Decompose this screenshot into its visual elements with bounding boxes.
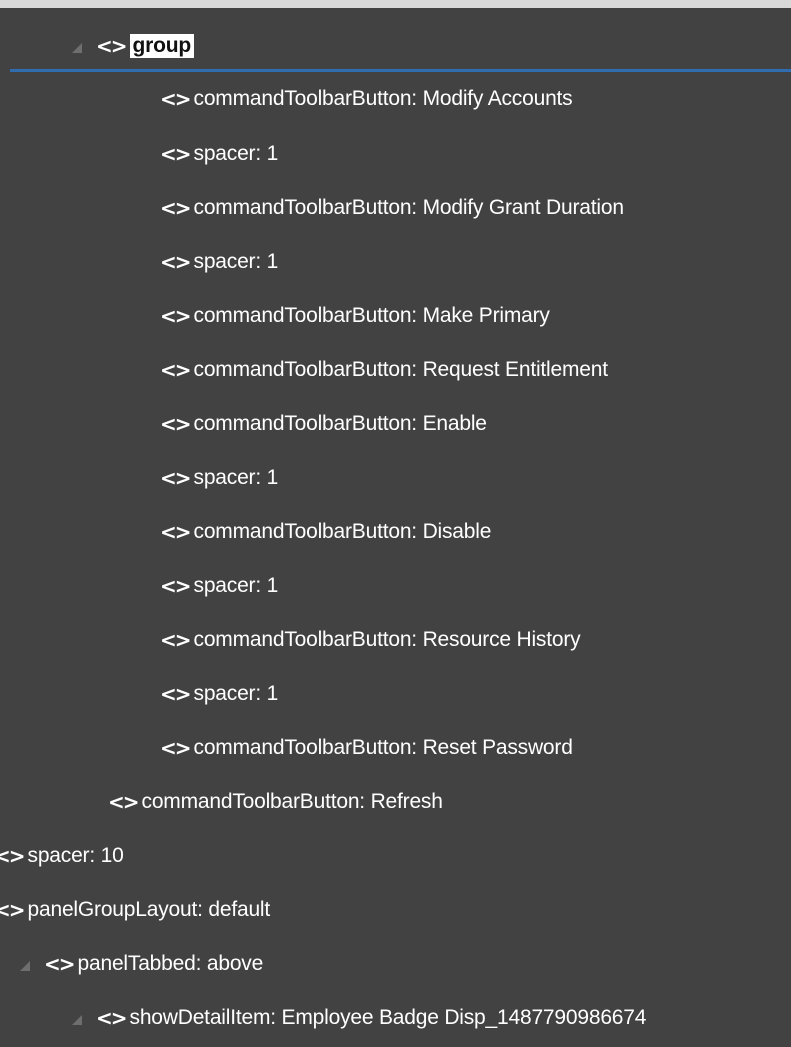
- tag-icon: <>: [160, 250, 191, 274]
- tree-node-label: spacer: 10: [27, 844, 124, 867]
- tag-icon: <>: [0, 844, 25, 868]
- tree-node[interactable]: <> commandToolbarButton: Enable: [0, 404, 791, 444]
- tree-node-label: panelGroupLayout: default: [27, 898, 271, 921]
- tree-node-group[interactable]: <> group: [0, 26, 791, 66]
- tag-icon: <>: [44, 952, 75, 976]
- expand-triangle-icon[interactable]: [72, 43, 82, 53]
- tree-node[interactable]: <> commandToolbarButton: Modify Grant Du…: [0, 188, 791, 228]
- tree-node[interactable]: <> commandToolbarButton: Refresh: [0, 782, 791, 822]
- tree-node-label: spacer: 1: [193, 574, 279, 597]
- expand-triangle-icon[interactable]: [72, 1015, 82, 1025]
- tree-node[interactable]: <> spacer: 1: [0, 458, 791, 498]
- tree-node-label: commandToolbarButton: Resource History: [193, 628, 581, 651]
- top-edge-divider: [0, 0, 791, 8]
- tree-node-label: commandToolbarButton: Make Primary: [193, 304, 550, 327]
- tag-icon: <>: [96, 1006, 127, 1030]
- tree-node[interactable]: <> commandToolbarButton: Make Primary: [0, 296, 791, 336]
- tree-node[interactable]: <> panelGroupLayout: default: [0, 890, 791, 930]
- tag-icon: <>: [160, 196, 191, 220]
- expand-triangle-icon[interactable]: [20, 961, 30, 971]
- tree-node-label: commandToolbarButton: Reset Password: [193, 736, 573, 759]
- tree-node-label: commandToolbarButton: Enable: [193, 412, 487, 435]
- tree-node-label[interactable]: group: [129, 34, 194, 58]
- tree-node-label: panelTabbed: above: [77, 952, 264, 975]
- tree-node-label: commandToolbarButton: Refresh: [141, 790, 443, 813]
- tree-node-label: commandToolbarButton: Disable: [193, 520, 492, 543]
- tree-node[interactable]: <> commandToolbarButton: Reset Password: [0, 728, 791, 768]
- tag-icon: <>: [160, 466, 191, 490]
- structure-tree[interactable]: <> group <> commandToolbarButton: Modify…: [0, 0, 791, 1047]
- tree-node[interactable]: <> panelTabbed: above: [0, 944, 791, 984]
- tree-node[interactable]: <> commandToolbarButton: Disable: [0, 512, 791, 552]
- tag-icon: <>: [160, 87, 191, 111]
- tree-node-label: commandToolbarButton: Modify Grant Durat…: [193, 196, 624, 219]
- tree-node[interactable]: <> spacer: 1: [0, 134, 791, 174]
- tree-node[interactable]: <> spacer: 10: [0, 836, 791, 876]
- tree-node[interactable]: <> showDetailItem: Employee Badge Disp_1…: [0, 998, 791, 1038]
- tag-icon: <>: [160, 682, 191, 706]
- tag-icon: <>: [160, 412, 191, 436]
- tag-icon: <>: [160, 304, 191, 328]
- tree-node-label: spacer: 1: [193, 142, 279, 165]
- tree-node-label: spacer: 1: [193, 466, 279, 489]
- tag-icon: <>: [160, 574, 191, 598]
- tree-node[interactable]: <> spacer: 1: [0, 242, 791, 282]
- tree-node-label: spacer: 1: [193, 250, 279, 273]
- tree-node-label: commandToolbarButton: Request Entitlemen…: [193, 358, 609, 381]
- tree-node[interactable]: <> commandToolbarButton: Resource Histor…: [0, 620, 791, 660]
- tree-node-label: spacer: 1: [193, 682, 279, 705]
- tree-node[interactable]: <> commandToolbarButton: Modify Accounts: [0, 79, 791, 119]
- tag-icon: <>: [108, 790, 139, 814]
- tree-node[interactable]: <> commandToolbarButton: Request Entitle…: [0, 350, 791, 390]
- tag-icon: <>: [160, 142, 191, 166]
- tree-node[interactable]: <> spacer: 1: [0, 566, 791, 606]
- tree-node-label: commandToolbarButton: Modify Accounts: [193, 87, 573, 110]
- selection-indicator: [10, 69, 791, 72]
- tag-icon: <>: [160, 736, 191, 760]
- tree-node-label: showDetailItem: Employee Badge Disp_1487…: [129, 1006, 647, 1029]
- tree-node[interactable]: <> spacer: 1: [0, 674, 791, 714]
- tag-icon: <>: [96, 34, 127, 58]
- tag-icon: <>: [0, 898, 25, 922]
- tag-icon: <>: [160, 358, 191, 382]
- tag-icon: <>: [160, 520, 191, 544]
- tag-icon: <>: [160, 628, 191, 652]
